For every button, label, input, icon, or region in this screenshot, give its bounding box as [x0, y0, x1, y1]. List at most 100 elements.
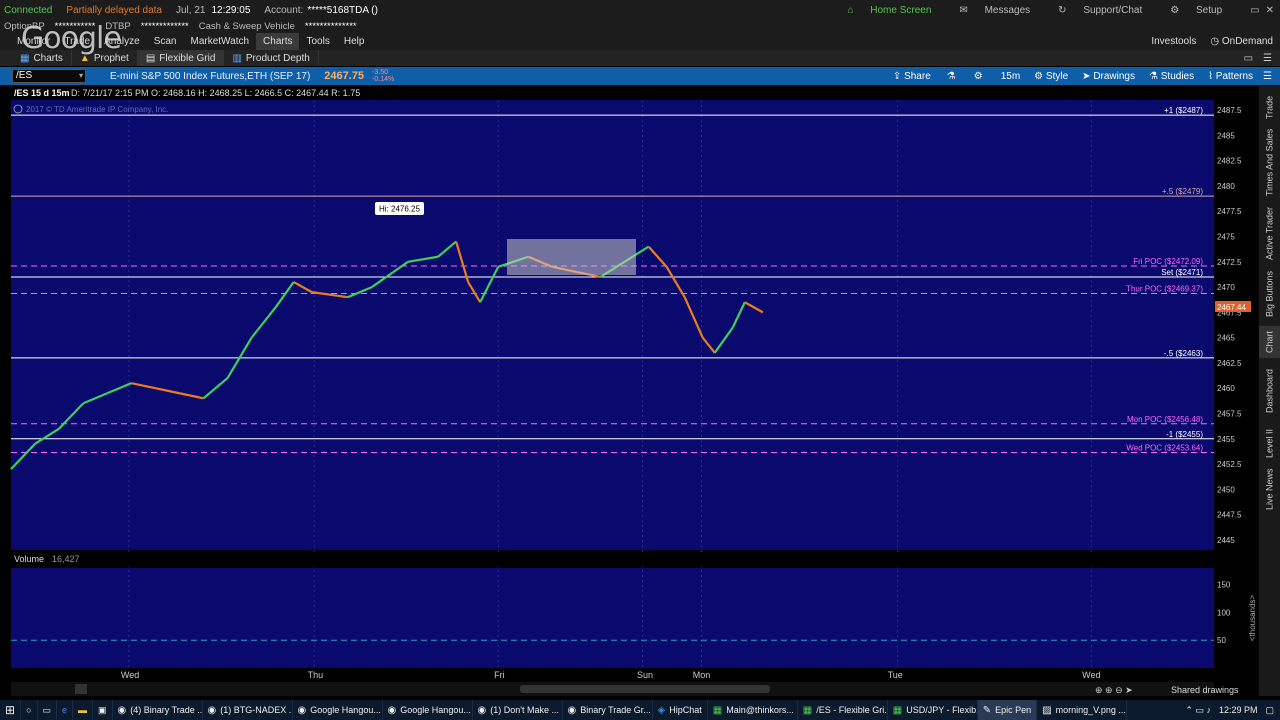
high-label: Hi: 2476.25 — [379, 205, 420, 214]
status-time: 12:29:05 — [211, 4, 251, 16]
status-date: Jul, 21 — [176, 4, 206, 16]
symbol-input[interactable]: /ES — [12, 69, 86, 83]
volume-tick-label: 50 — [1217, 636, 1226, 645]
menu-charts[interactable]: Charts — [256, 33, 300, 50]
taskbar-item[interactable]: ▦/ES - Flexible Gri... — [798, 700, 888, 720]
x-tick-label: Tue — [888, 670, 903, 680]
side-tab-level-ii[interactable]: Level II — [1259, 424, 1280, 462]
thinkorswim-icon: ▦ — [712, 704, 723, 716]
level-label: +1 ($2487) — [1164, 106, 1203, 115]
chart-area[interactable]: +1 ($2487) +.5 ($2479) Fri POC ($2472.09) S… — [0, 86, 1280, 696]
minimize-icon[interactable]: ▭ — [1250, 5, 1259, 16]
explorer-button[interactable]: ▬ — [73, 700, 94, 720]
side-tab-chart[interactable]: Chart — [1259, 326, 1280, 358]
taskbar-item[interactable]: ◉ (4) Binary Trade ... — [113, 700, 203, 720]
taskbar-item[interactable]: ▦ USD/JPY - Flexib... — [888, 700, 978, 720]
chart-toolbar: /ES E-mini S&P 500 Index Futures,ETH (SE… — [0, 67, 1280, 85]
volume-tick-label: 100 — [1217, 608, 1231, 617]
y-tick-label: 2465 — [1217, 334, 1235, 343]
taskbar-item[interactable]: ✎ Epic Pen — [977, 700, 1038, 720]
support-chat-button[interactable]: ↻ Support/Chat — [1058, 5, 1156, 16]
hamburger-icon[interactable]: ☰ — [1263, 71, 1272, 82]
y-tick-label: 2457.5 — [1217, 409, 1242, 418]
taskbar-item[interactable]: ◉ (1) BTG-NADEX ... — [203, 700, 293, 720]
level-label: -.5 ($2463) — [1164, 349, 1203, 358]
side-tab-active-trader[interactable]: Active Trader — [1259, 202, 1280, 264]
support-icon: ↻ — [1058, 4, 1070, 16]
taskbar-item[interactable]: ◈ HipChat — [653, 700, 708, 720]
chrome-icon: ◉ — [387, 704, 397, 716]
patterns-button[interactable]: ⌇ Patterns — [1208, 71, 1253, 82]
x-tick-label: Sun — [637, 670, 653, 680]
style-icon: ⚙ — [1034, 70, 1046, 82]
flask-icon[interactable]: ⚗ — [947, 71, 956, 82]
tab-product-depth[interactable]: ▥ Product Depth — [224, 50, 319, 66]
chrome-icon: ◉ — [477, 704, 487, 716]
volume-value: 16,427 — [52, 554, 80, 564]
scroll-left-button[interactable] — [75, 684, 87, 694]
taskbar-item[interactable]: ◉ Binary Trade Gr... — [563, 700, 653, 720]
menu-help[interactable]: Help — [337, 33, 372, 50]
home-screen-button[interactable]: ⌂ Home Screen — [847, 5, 945, 16]
level-label: -1 ($2455) — [1166, 430, 1203, 439]
edge-button[interactable]: e — [57, 700, 74, 720]
store-button[interactable]: ▣ — [93, 700, 113, 720]
side-tab-trade[interactable]: Trade — [1259, 90, 1280, 124]
acct-item: ************* — [140, 21, 189, 32]
taskbar-item[interactable]: ◉ (1) Don't Make ... — [473, 700, 563, 720]
shared-drawings-button[interactable]: Shared drawings — [1171, 685, 1239, 695]
chart-title: /ES 15 d 15m — [14, 88, 70, 98]
y-tick-label: 2480 — [1217, 182, 1235, 191]
level-label: Wed POC ($2453.64) — [1126, 444, 1203, 453]
level-label: Thur POC ($2469.37) — [1126, 284, 1203, 293]
notification-icon[interactable]: ▢ — [1265, 705, 1274, 716]
price-chart[interactable]: +1 ($2487) +.5 ($2479) Fri POC ($2472.09) S… — [0, 86, 1259, 696]
y-tick-label: 2452.5 — [1217, 460, 1242, 469]
windows-taskbar: ⊞ ○ ▭ e ▬ ▣ ◉ (4) Binary Trade ... ◉ (1) B… — [0, 700, 1280, 720]
taskbar-item[interactable]: ▦ Main@thinkors... — [708, 700, 798, 720]
volume-tick-label: 150 — [1217, 581, 1231, 590]
clock-icon: ◷ — [1210, 36, 1222, 47]
style-button[interactable]: ⚙ Style — [1034, 71, 1068, 82]
acct-item: ************** — [304, 21, 357, 32]
side-tab-times-and-sales[interactable]: Times And Sales — [1259, 126, 1280, 198]
menu-tools[interactable]: Tools — [299, 33, 336, 50]
side-tab-live-news[interactable]: Live News — [1259, 466, 1280, 512]
time-scrollbar[interactable] — [520, 685, 770, 693]
close-icon[interactable]: ✕ — [1266, 5, 1274, 16]
side-tab-big-buttons[interactable]: Big Buttons — [1259, 266, 1280, 322]
drawings-button[interactable]: ➤ Drawings — [1082, 71, 1135, 82]
task-view-button[interactable]: ▭ — [38, 700, 58, 720]
search-button[interactable]: ○ — [21, 700, 38, 720]
taskbar-item[interactable]: ◉ Google Hangou... — [293, 700, 383, 720]
setup-button[interactable]: ⚙ Setup — [1170, 5, 1236, 16]
menu-marketwatch[interactable]: MarketWatch — [184, 33, 257, 50]
account-label: Account: — [264, 4, 304, 16]
taskbar-item[interactable]: ◉ Google Hangou... — [383, 700, 473, 720]
ondemand-button[interactable]: ◷ OnDemand — [1203, 33, 1280, 50]
share-button[interactable]: ⇪ Share — [893, 71, 931, 82]
y-tick-label: 2462.5 — [1217, 359, 1242, 368]
settings-icon[interactable]: ⚙ — [974, 71, 983, 82]
start-button[interactable]: ⊞ — [0, 700, 22, 720]
taskbar-item[interactable]: ▨ morning_V.png ... — [1037, 700, 1128, 720]
investools-button[interactable]: Investools — [1144, 33, 1203, 50]
tab-flexible-grid[interactable]: ▤ Flexible Grid — [137, 50, 225, 66]
highlight-box-drawing[interactable] — [507, 239, 636, 275]
layout-icon[interactable]: ▭ — [1244, 53, 1253, 64]
menu-scan[interactable]: Scan — [147, 33, 184, 50]
zoom-controls[interactable]: ⊕ ⊕ ⊖ ➤ — [1095, 685, 1133, 695]
tray-icons[interactable]: ⌃ ▭ ♪ — [1185, 705, 1211, 716]
right-side-tabs: Trade Times And Sales Active Trader Big … — [1259, 86, 1280, 696]
side-tab-dashboard[interactable]: Dashboard — [1259, 362, 1280, 420]
timeframe-button[interactable]: 15m — [1001, 71, 1020, 82]
studies-button[interactable]: ⚗ Studies — [1149, 71, 1194, 82]
acct-item: Cash & Sweep Vehicle — [198, 21, 295, 32]
volume-units: <thousands> — [1248, 595, 1257, 642]
symbol-description: E-mini S&P 500 Index Futures,ETH (SEP 17… — [110, 70, 311, 82]
messages-button[interactable]: ✉ Messages — [959, 5, 1044, 16]
menu-icon[interactable]: ☰ — [1263, 53, 1272, 64]
cursor-icon: ➤ — [1082, 70, 1094, 82]
image-icon: ▨ — [1042, 704, 1052, 716]
account-selector[interactable]: *****5168TDA () — [307, 5, 378, 16]
